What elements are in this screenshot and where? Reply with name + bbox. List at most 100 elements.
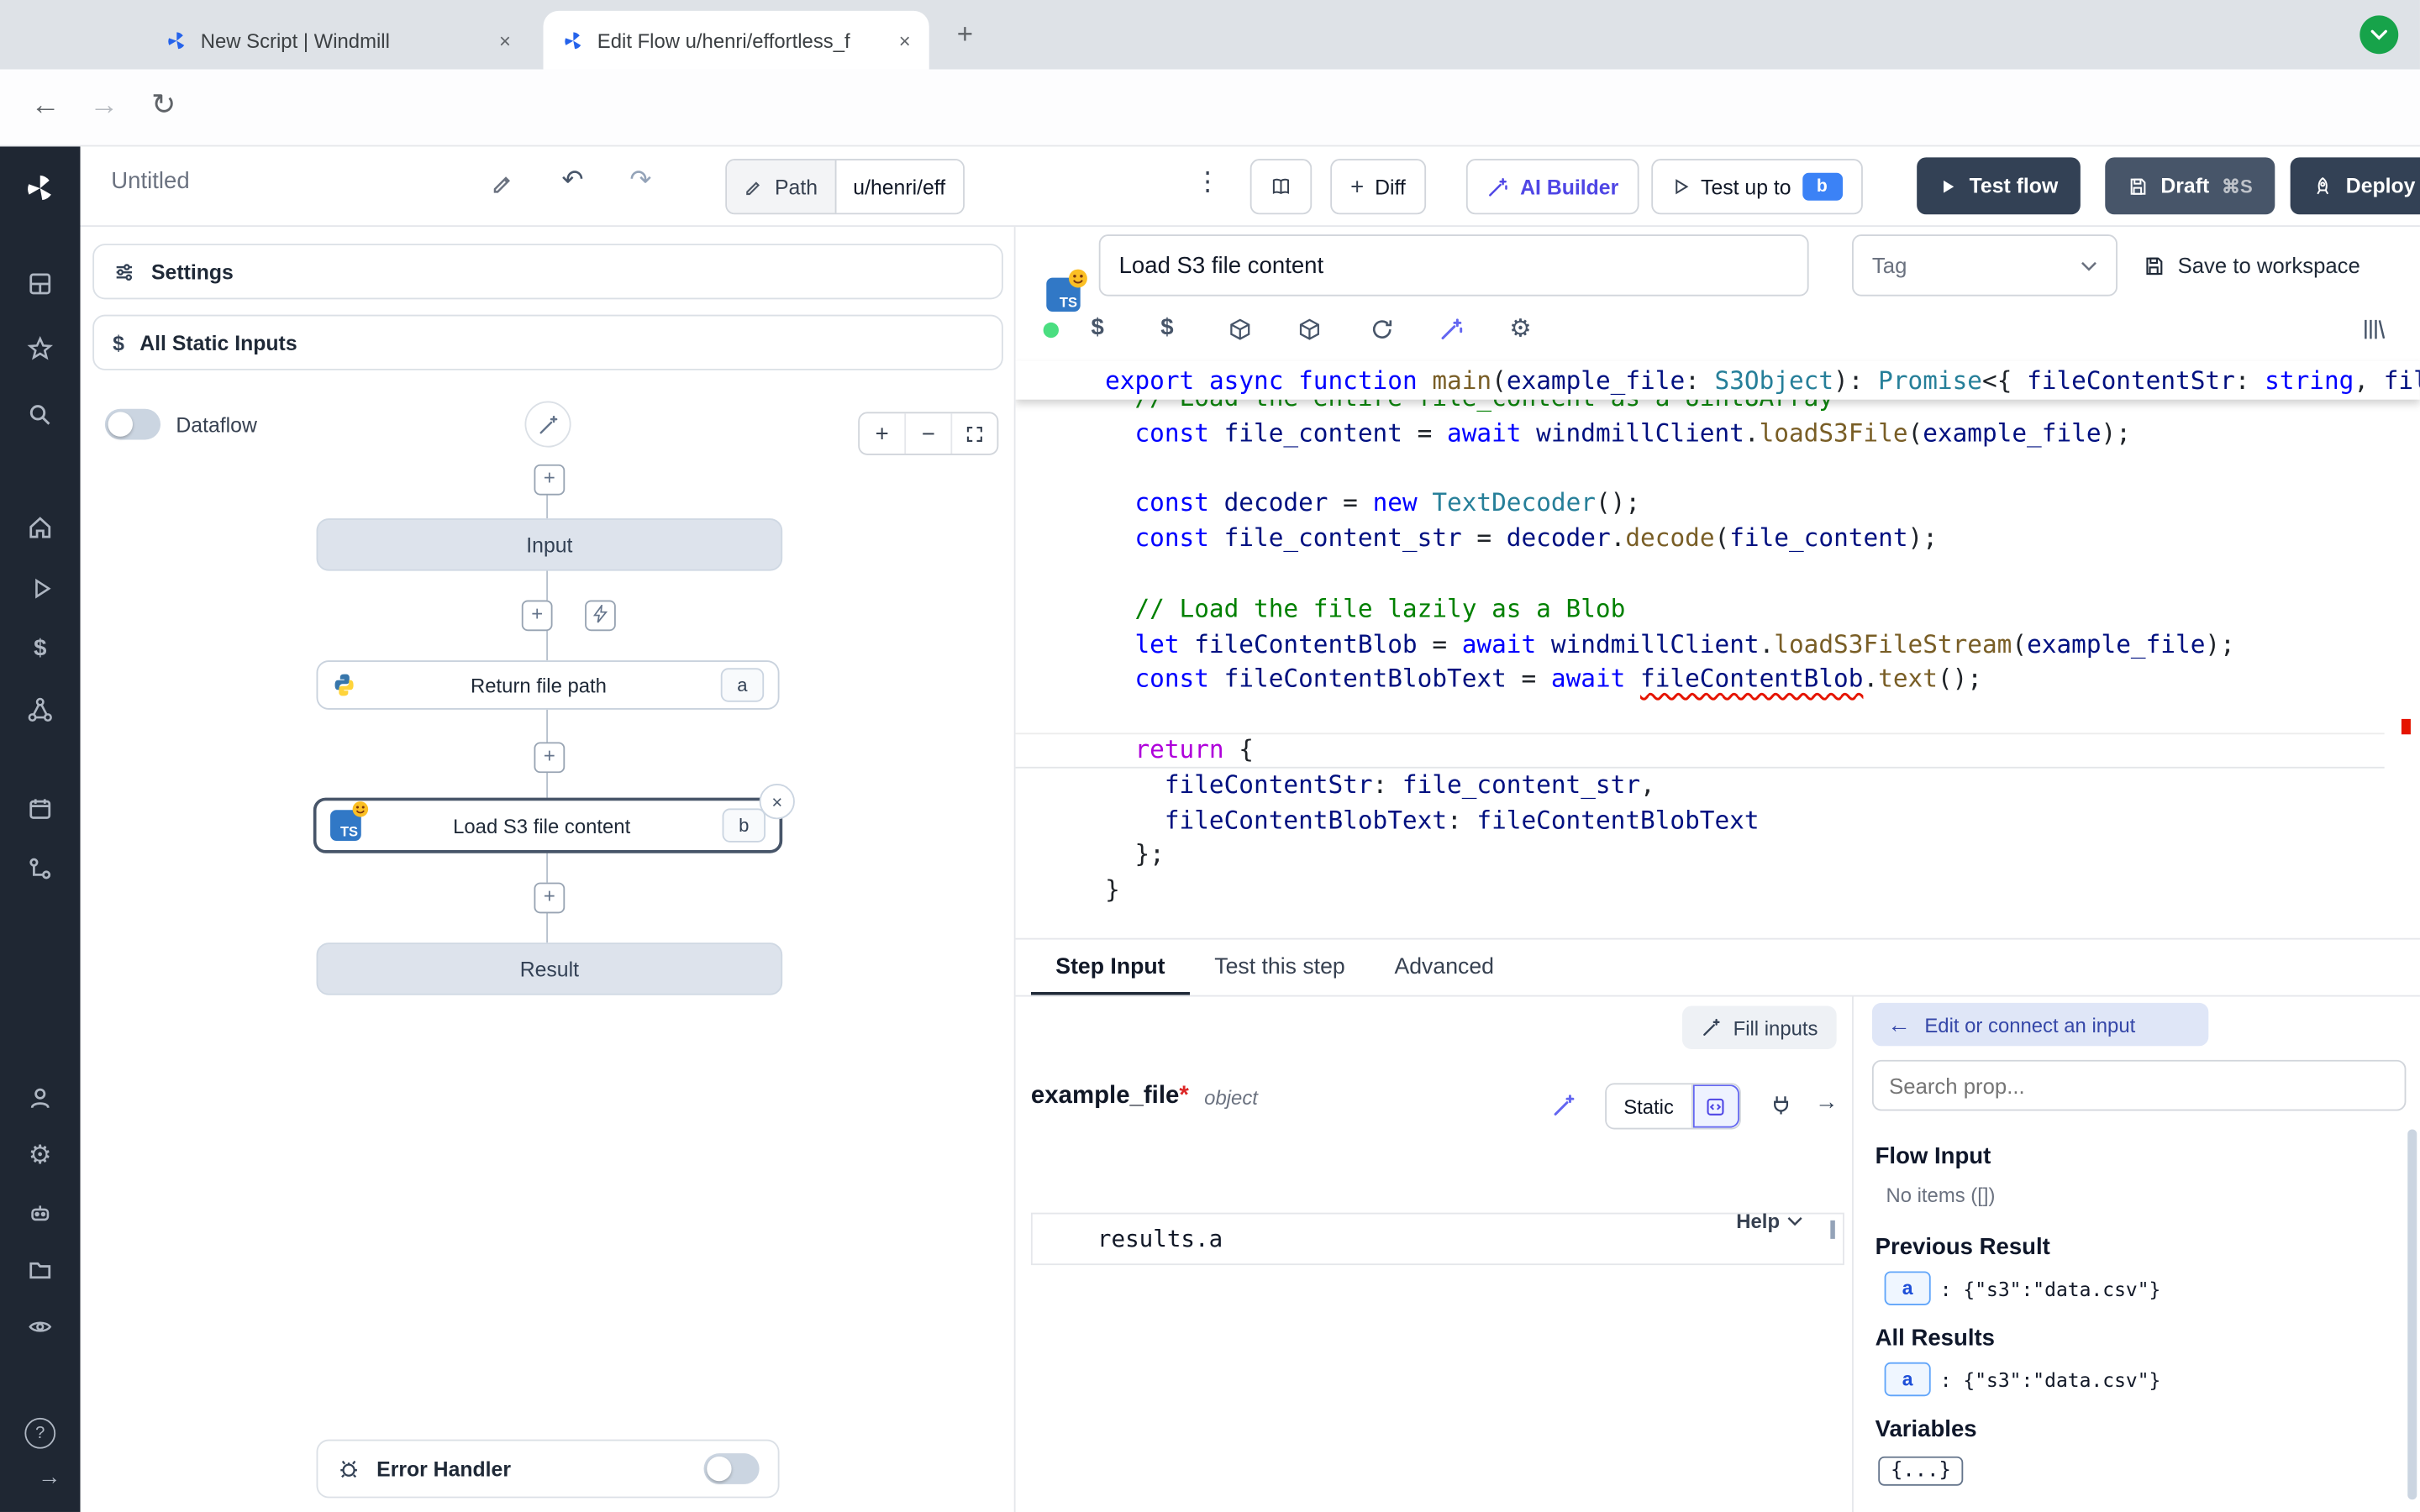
flow-node-load-s3-selected[interactable]: TS Load S3 file content b × [313,798,782,853]
user-icon[interactable] [22,1080,59,1117]
tab-close-icon[interactable]: × [496,29,513,52]
tab-title: New Script | Windmill [201,29,390,52]
undo-icon[interactable]: ↶ [562,165,584,197]
reload-icon[interactable]: ↻ [151,91,176,120]
help-label: Help [1736,1210,1780,1233]
dataflow-toggle[interactable] [105,409,160,440]
edit-or-connect-header[interactable]: ← Edit or connect an input [1872,1003,2208,1046]
previous-result-row[interactable]: a : {"s3":"data.csv"} [1885,1271,2161,1305]
static-mode-button[interactable]: Static [1607,1084,1692,1127]
error-handler-label: Error Handler [376,1457,688,1481]
zoom-in-icon[interactable]: + [860,413,904,454]
resources-icon[interactable] [22,691,59,728]
variables-dollar-icon[interactable]: $ [22,629,59,666]
dependencies-icon[interactable] [1297,317,1323,343]
node-label: Load S3 file content [361,814,723,837]
previous-result-title: Previous Result [1876,1234,2050,1260]
deploy-button[interactable]: Deploy [2291,157,2420,214]
tab-step-input[interactable]: Step Input [1031,940,1190,995]
all-results-row[interactable]: a : {"s3":"data.csv"} [1885,1362,2161,1396]
plug-icon[interactable] [1769,1092,1793,1116]
schedules-calendar-icon[interactable] [22,790,59,827]
arrow-right-icon[interactable]: → [1815,1089,1839,1116]
test-flow-label: Test flow [1970,175,2059,198]
more-options-kebab-icon[interactable]: ⋮ [1195,166,1221,197]
trigger-bolt-button[interactable] [585,600,616,631]
flows-branch-icon[interactable] [22,850,59,887]
tag-select[interactable]: Tag [1852,234,2118,296]
path-control[interactable]: Path u/henri/eff [725,159,964,214]
favorites-star-icon[interactable] [22,330,59,367]
help-toggle[interactable]: Help [1736,1210,1802,1233]
delete-step-icon[interactable]: × [760,784,795,819]
tab-test-this-step[interactable]: Test this step [1190,940,1370,995]
collapse-sidebar-icon[interactable]: → [31,1458,68,1495]
home-icon[interactable] [22,509,59,546]
workers-robot-icon[interactable] [22,1194,59,1231]
runs-play-icon[interactable] [22,570,59,606]
variables-dollar-icon[interactable]: $ [1092,315,1104,341]
tab-advanced[interactable]: Advanced [1370,940,1518,995]
variables-badge[interactable]: {...} [1878,1457,1963,1486]
search-icon[interactable] [22,396,59,433]
all-static-inputs-row[interactable]: $ All Static Inputs [92,315,1003,370]
settings-gear-icon[interactable]: ⚙ [22,1137,59,1174]
error-handler-row[interactable]: Error Handler [317,1440,780,1499]
edit-title-pencil-icon[interactable] [491,171,515,196]
back-icon[interactable]: ← [31,91,60,120]
result-id-badge[interactable]: a [1885,1362,1931,1396]
result-id-badge[interactable]: a [1885,1271,1931,1305]
window-chevron-icon[interactable] [2360,15,2398,54]
ai-fill-wand-icon[interactable] [1551,1092,1577,1118]
ai-flow-button[interactable] [524,402,571,448]
bottom-split-divider [1852,997,1854,1512]
test-up-to-button[interactable]: Test up to b [1651,159,1862,214]
add-step-button[interactable]: + [534,742,565,773]
redo-icon[interactable]: ↷ [629,165,651,197]
new-tab-icon[interactable]: + [957,20,973,48]
field-name: example_file [1031,1083,1179,1110]
save-icon [2142,254,2165,277]
library-icon[interactable] [2361,317,2387,343]
folders-icon[interactable] [22,1252,59,1289]
fullscreen-icon[interactable] [950,413,997,454]
help-icon[interactable]: ? [22,1415,59,1452]
package-icon[interactable] [1227,317,1253,343]
step-name-input[interactable] [1099,234,1809,296]
expression-editor[interactable]: results.a [1031,1213,1844,1265]
add-step-button[interactable]: + [522,600,553,631]
add-step-button[interactable]: + [534,883,565,914]
step-id-badge: b [723,808,765,842]
windmill-logo[interactable] [22,170,59,207]
ai-builder-button[interactable]: AI Builder [1466,159,1639,214]
search-prop-input[interactable] [1872,1060,2406,1111]
flow-node-return-file-path[interactable]: Return file path a [317,660,780,710]
zoom-out-icon[interactable]: − [904,413,950,454]
docs-book-button[interactable] [1250,159,1312,214]
add-step-button[interactable]: + [534,465,565,496]
panel-scrollbar[interactable] [2407,1129,2417,1499]
browser-tab-inactive[interactable]: New Script | Windmill × [146,11,529,70]
flow-node-input[interactable]: Input [317,518,783,570]
save-to-workspace-label: Save to workspace [2178,253,2360,277]
test-up-to-label: Test up to [1701,175,1791,198]
apps-icon[interactable] [22,265,59,302]
flow-node-result[interactable]: Result [317,942,783,995]
fill-inputs-button[interactable]: Fill inputs [1682,1006,1837,1049]
audit-logs-eye-icon[interactable] [22,1309,59,1346]
resources-dollar-icon[interactable]: $ [1160,315,1173,341]
save-to-workspace-button[interactable]: Save to workspace [2142,244,2360,286]
refresh-icon[interactable] [1369,317,1395,343]
diff-button[interactable]: + Diff [1330,159,1425,214]
tab-close-icon[interactable]: × [896,29,913,52]
ai-wand-icon[interactable] [1439,317,1465,343]
editor-settings-gear-icon[interactable]: ⚙ [1509,313,1531,344]
settings-row[interactable]: Settings [92,244,1003,299]
code-editor[interactable]: // Load the entire file_content as a Uin… [1016,358,2420,938]
test-flow-button[interactable]: Test flow [1917,157,2080,214]
draft-button[interactable]: Draft ⌘S [2105,157,2274,214]
forward-icon[interactable]: → [90,91,119,120]
error-handler-toggle[interactable] [704,1453,760,1484]
browser-tab-active[interactable]: Edit Flow u/henri/effortless_f × [544,11,929,70]
expr-mode-button[interactable] [1692,1084,1739,1127]
